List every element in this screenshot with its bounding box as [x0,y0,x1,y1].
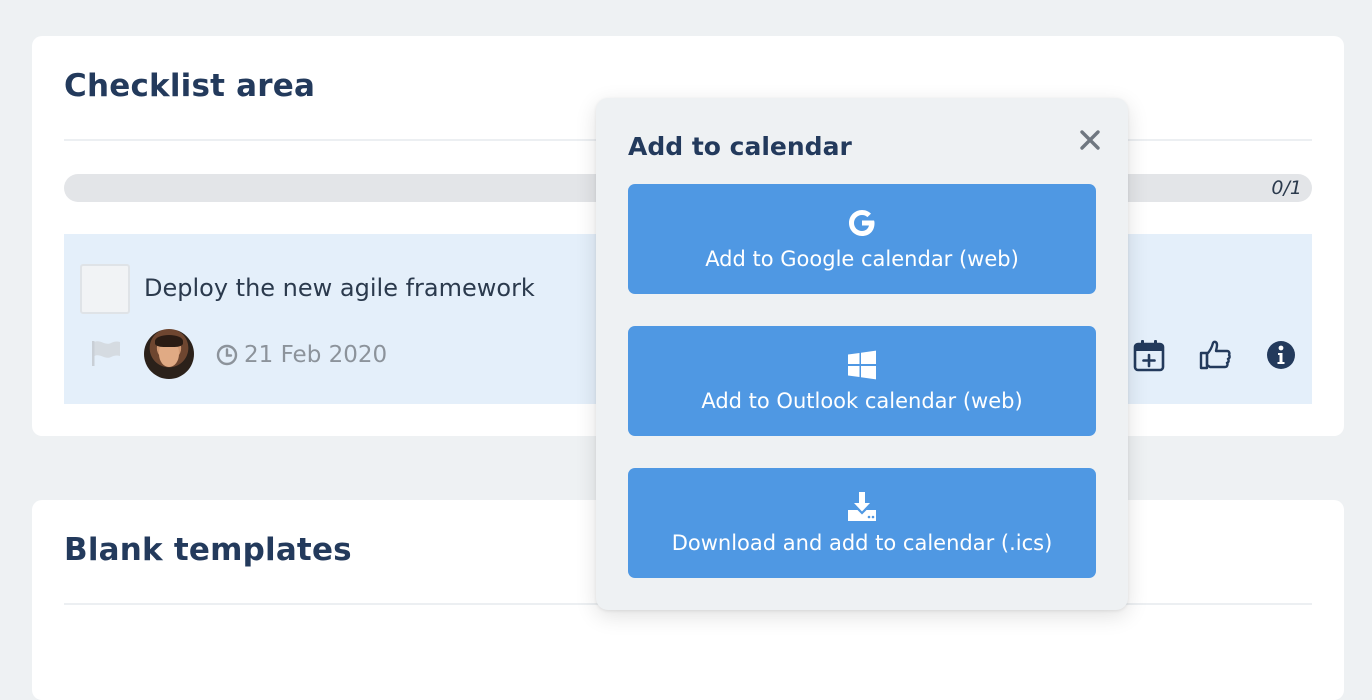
task-actions [1132,338,1298,372]
info-icon[interactable] [1264,338,1298,372]
templates-title: Blank templates [64,532,352,568]
add-to-google-calendar-button[interactable]: Add to Google calendar (web) [628,184,1096,294]
due-date-text: 21 Feb 2020 [244,342,388,368]
calendar-add-icon[interactable] [1132,338,1166,372]
ics-button-label: Download and add to calendar (.ics) [671,531,1053,555]
clock-icon [216,344,238,366]
popup-title: Add to calendar [628,132,852,161]
checklist-title: Checklist area [64,68,316,104]
add-to-outlook-calendar-button[interactable]: Add to Outlook calendar (web) [628,326,1096,436]
flag-icon[interactable] [88,338,124,368]
task-checkbox[interactable] [80,264,130,314]
outlook-button-label: Add to Outlook calendar (web) [701,389,1023,413]
google-icon [849,210,875,236]
avatar-hair [155,335,183,347]
task-title[interactable]: Deploy the new agile framework [144,274,535,302]
close-icon[interactable] [1076,126,1104,154]
avatar[interactable] [144,329,194,379]
download-icon [848,492,876,521]
windows-icon [848,350,876,380]
progress-text: 0/1 [1271,177,1302,199]
due-date[interactable]: 21 Feb 2020 [216,340,387,370]
google-button-label: Add to Google calendar (web) [705,247,1019,271]
download-ics-button[interactable]: Download and add to calendar (.ics) [628,468,1096,578]
thumbs-up-icon[interactable] [1198,338,1232,372]
add-to-calendar-popup: Add to calendar Add to Google calendar (… [596,98,1128,610]
